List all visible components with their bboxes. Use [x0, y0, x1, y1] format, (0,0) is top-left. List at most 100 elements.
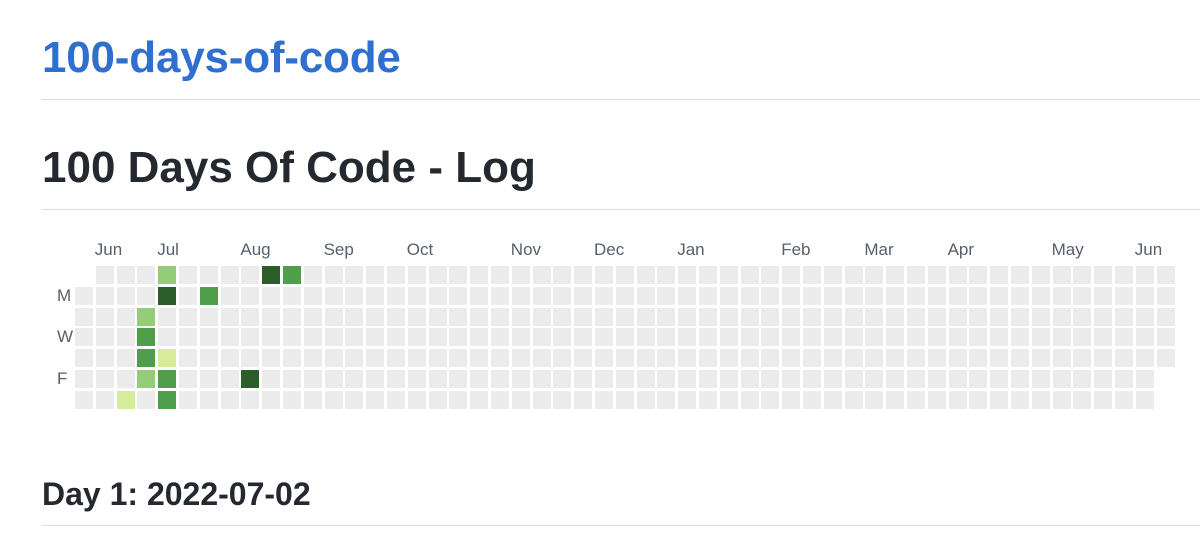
heatmap-cell	[948, 307, 967, 326]
heatmap-cell	[470, 328, 489, 347]
heatmap-cell	[116, 390, 135, 409]
heatmap-cell	[241, 307, 260, 326]
heatmap-cell	[283, 349, 301, 368]
heatmap-cell	[1073, 349, 1092, 368]
heatmap-cell	[366, 328, 385, 347]
heatmap-cell	[886, 390, 905, 409]
heatmap-cell	[719, 390, 738, 409]
heatmap-cell	[1156, 266, 1175, 284]
heatmap-cell	[532, 286, 551, 305]
heatmap-cell	[803, 390, 821, 409]
heatmap-cell	[137, 328, 156, 347]
heatmap-cell	[179, 266, 197, 284]
heatmap-cell	[220, 307, 239, 326]
heatmap-cell	[95, 370, 114, 388]
heatmap-cell	[948, 328, 967, 347]
heatmap-cell	[678, 286, 697, 305]
heatmap-cell	[1135, 307, 1154, 326]
heatmap-cell	[699, 266, 717, 284]
heatmap-cell	[137, 349, 156, 368]
heatmap-cell	[1135, 328, 1154, 347]
heatmap-cell	[907, 328, 925, 347]
heatmap-cell	[179, 370, 197, 388]
heatmap-cell	[1135, 349, 1154, 368]
heatmap-cell	[574, 328, 593, 347]
heatmap-cell	[262, 266, 281, 284]
heatmap-cell	[158, 370, 177, 388]
heatmap-cell	[1031, 390, 1050, 409]
heatmap-cell	[1094, 390, 1113, 409]
heatmap-cell	[387, 328, 405, 347]
heatmap-cell	[823, 370, 842, 388]
heatmap-cell	[366, 370, 385, 388]
heatmap-cell	[803, 328, 821, 347]
heatmap-cell	[1031, 286, 1050, 305]
heatmap-cell	[449, 286, 468, 305]
heatmap-cell	[574, 390, 593, 409]
heatmap-cell	[303, 307, 322, 326]
heatmap-cell	[75, 328, 93, 347]
heatmap-cell	[491, 266, 509, 284]
heatmap-cell	[699, 390, 717, 409]
heatmap-cell	[927, 266, 946, 284]
heatmap-cell	[511, 307, 530, 326]
heatmap-cell	[220, 370, 239, 388]
heatmap-cell	[886, 307, 905, 326]
divider	[42, 99, 1200, 100]
heatmap-cell	[1011, 328, 1029, 347]
heatmap-cell	[303, 390, 322, 409]
heatmap-cell	[1011, 349, 1029, 368]
heatmap-cell	[636, 349, 655, 368]
heatmap-cell	[1011, 286, 1029, 305]
heatmap-cell	[844, 349, 863, 368]
heatmap-cell	[199, 349, 218, 368]
contribution-heatmap: Jun Jul Aug Sep Oct Nov Dec Jan Feb Mar Apr May Jun …	[0, 230, 1200, 420]
heatmap-cell	[428, 266, 447, 284]
heatmap-cell	[428, 390, 447, 409]
heatmap-cell	[532, 307, 551, 326]
heatmap-cell	[1073, 370, 1092, 388]
heatmap-cell	[303, 349, 322, 368]
heatmap-cell	[470, 349, 489, 368]
heatmap-cell	[719, 370, 738, 388]
heatmap-cell	[262, 390, 281, 409]
heatmap-cell	[387, 307, 405, 326]
heatmap-cell	[1094, 370, 1113, 388]
heatmap-cell	[241, 286, 260, 305]
heatmap-cell	[449, 390, 468, 409]
heatmap-cell	[1073, 390, 1092, 409]
heatmap-cell	[366, 349, 385, 368]
repo-title-link[interactable]: 100-days-of-code	[42, 30, 401, 86]
heatmap-cell	[158, 349, 177, 368]
heatmap-cell	[158, 307, 177, 326]
heatmap-cell	[990, 370, 1009, 388]
heatmap-cell	[823, 328, 842, 347]
heatmap-cell	[1135, 390, 1154, 409]
heatmap-cell	[407, 370, 426, 388]
heatmap-cell	[366, 266, 385, 284]
heatmap-cell	[1115, 370, 1133, 388]
heatmap-cell	[1011, 370, 1029, 388]
heatmap-cell	[199, 266, 218, 284]
heatmap-cell	[678, 307, 697, 326]
heatmap-cell	[948, 286, 967, 305]
heatmap-cell	[615, 286, 634, 305]
heatmap-cell	[595, 390, 613, 409]
heatmap-cell	[574, 266, 593, 284]
heatmap-cell	[657, 266, 676, 284]
heatmap-cell	[345, 266, 364, 284]
heatmap-cell	[657, 328, 676, 347]
heatmap-cell	[615, 266, 634, 284]
heatmap-cell	[303, 266, 322, 284]
heatmap-cell	[678, 328, 697, 347]
heatmap-cell	[366, 307, 385, 326]
day-entry-heading: Day 1: 2022-07-02	[42, 476, 311, 512]
heatmap-cell	[345, 370, 364, 388]
heatmap-cell	[553, 307, 572, 326]
heatmap-cell	[1073, 307, 1092, 326]
heatmap-cell	[740, 286, 759, 305]
heatmap-cell	[449, 307, 468, 326]
heatmap-cell	[428, 307, 447, 326]
heatmap-cell	[470, 370, 489, 388]
heatmap-cell	[927, 370, 946, 388]
